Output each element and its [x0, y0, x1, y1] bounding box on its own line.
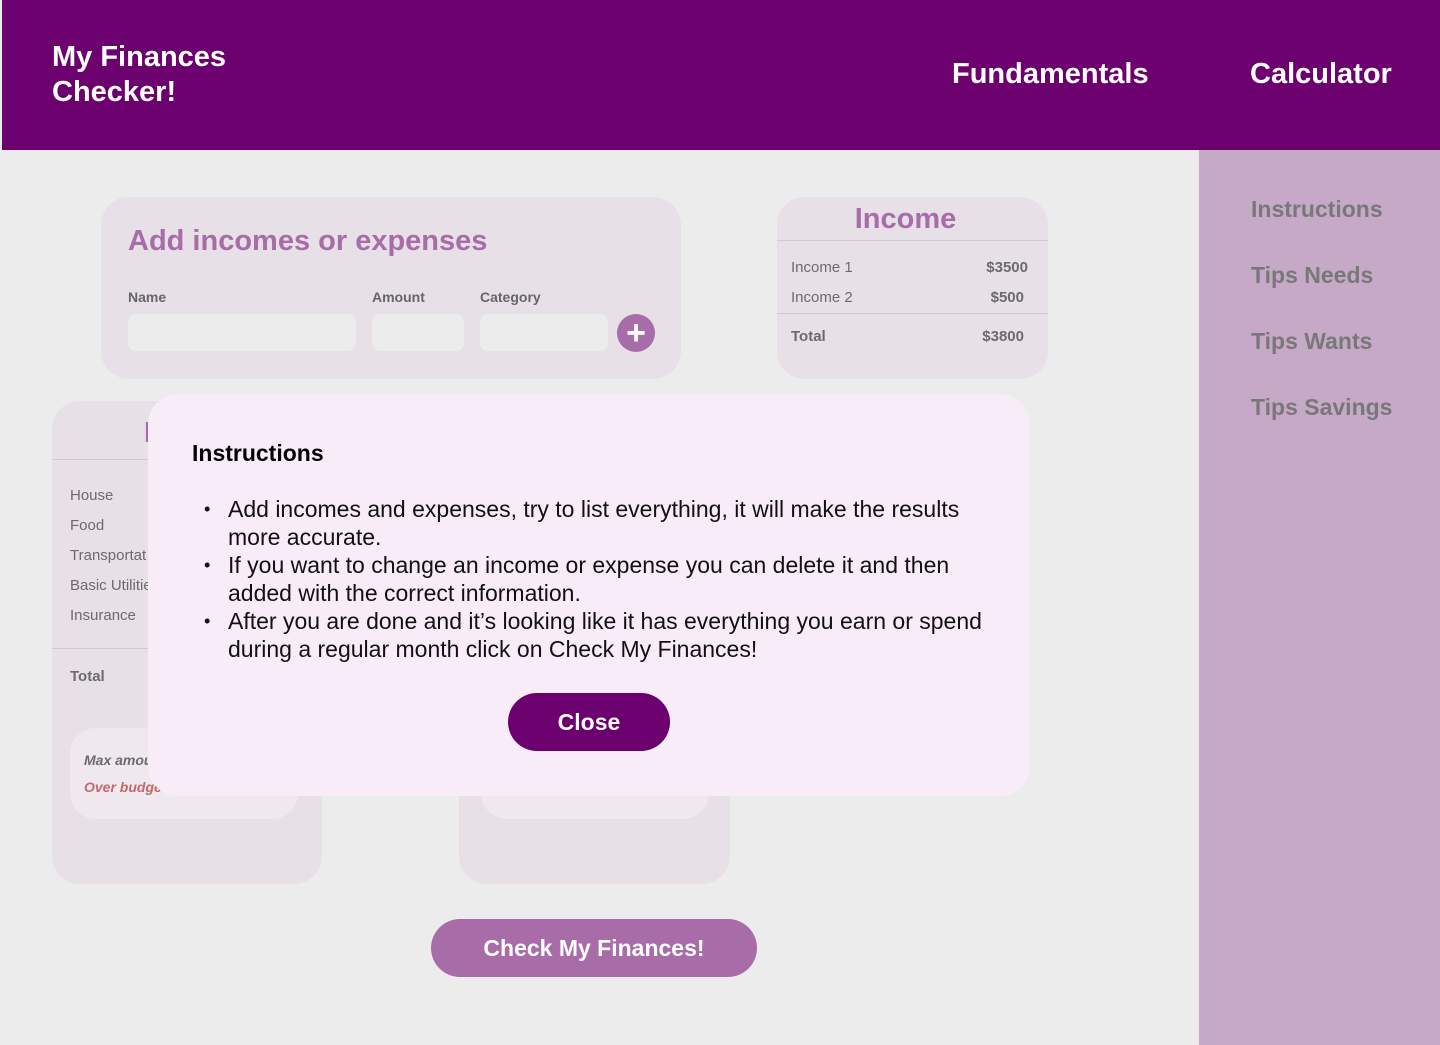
needs-row: Food: [70, 517, 105, 534]
modal-title: Instructions: [192, 440, 324, 466]
category-select[interactable]: [480, 314, 608, 351]
income-row-value: $500: [990, 289, 1024, 306]
income-row-name: Income 2: [791, 289, 853, 306]
income-row-value: $3500: [986, 259, 1028, 276]
category-label: Category: [480, 289, 541, 305]
income-row-name: Income 1: [791, 259, 853, 276]
sidebar-item-tips-savings[interactable]: Tips Savings: [1251, 394, 1392, 421]
add-entry-button[interactable]: +: [617, 314, 655, 352]
nav-calculator[interactable]: Calculator: [1250, 58, 1392, 91]
sidebar-item-tips-needs[interactable]: Tips Needs: [1251, 262, 1373, 289]
income-total-label: Total: [791, 328, 826, 345]
name-label: Name: [128, 289, 167, 305]
needs-row: Basic Utilitie: [70, 577, 152, 594]
name-input[interactable]: [128, 314, 356, 351]
needs-row: Transportat: [70, 547, 147, 564]
max-amount-label: Max amou: [84, 752, 153, 768]
needs-total-label: Total: [70, 668, 105, 685]
add-entry-card: Add incomes or expenses Name Amount Cate…: [101, 197, 681, 379]
income-divider: [777, 313, 1048, 314]
income-card: Income Income 1 $3500 Income 2 $500 Tota…: [777, 197, 1048, 379]
amount-label: Amount: [372, 289, 425, 305]
income-title: Income: [854, 203, 957, 235]
check-finances-button[interactable]: Check My Finances!: [431, 919, 757, 977]
amount-input[interactable]: [372, 314, 464, 351]
income-total-value: $3800: [982, 328, 1024, 345]
top-navbar: My Finances Checker! Fundamentals Calcul…: [2, 0, 1440, 150]
instruction-item: If you want to change an income or expen…: [204, 551, 1004, 607]
sidebar: Instructions Tips Needs Tips Wants Tips …: [1199, 150, 1440, 1045]
plus-circle-icon: +: [626, 314, 646, 352]
needs-row: Insurance: [70, 607, 136, 624]
app-title[interactable]: My Finances Checker!: [52, 40, 272, 110]
needs-row: House: [70, 487, 114, 504]
instructions-modal: Instructions Add incomes and expenses, t…: [148, 394, 1030, 796]
instruction-item: Add incomes and expenses, try to list ev…: [204, 495, 1004, 551]
income-divider: [777, 240, 1048, 241]
instruction-item: After you are done and it’s looking like…: [204, 607, 1004, 663]
instructions-list: Add incomes and expenses, try to list ev…: [204, 495, 1004, 663]
add-entry-title: Add incomes or expenses: [128, 225, 488, 257]
close-button[interactable]: Close: [508, 693, 670, 751]
nav-fundamentals[interactable]: Fundamentals: [952, 58, 1149, 91]
sidebar-item-instructions[interactable]: Instructions: [1251, 196, 1383, 223]
sidebar-item-tips-wants[interactable]: Tips Wants: [1251, 328, 1372, 355]
